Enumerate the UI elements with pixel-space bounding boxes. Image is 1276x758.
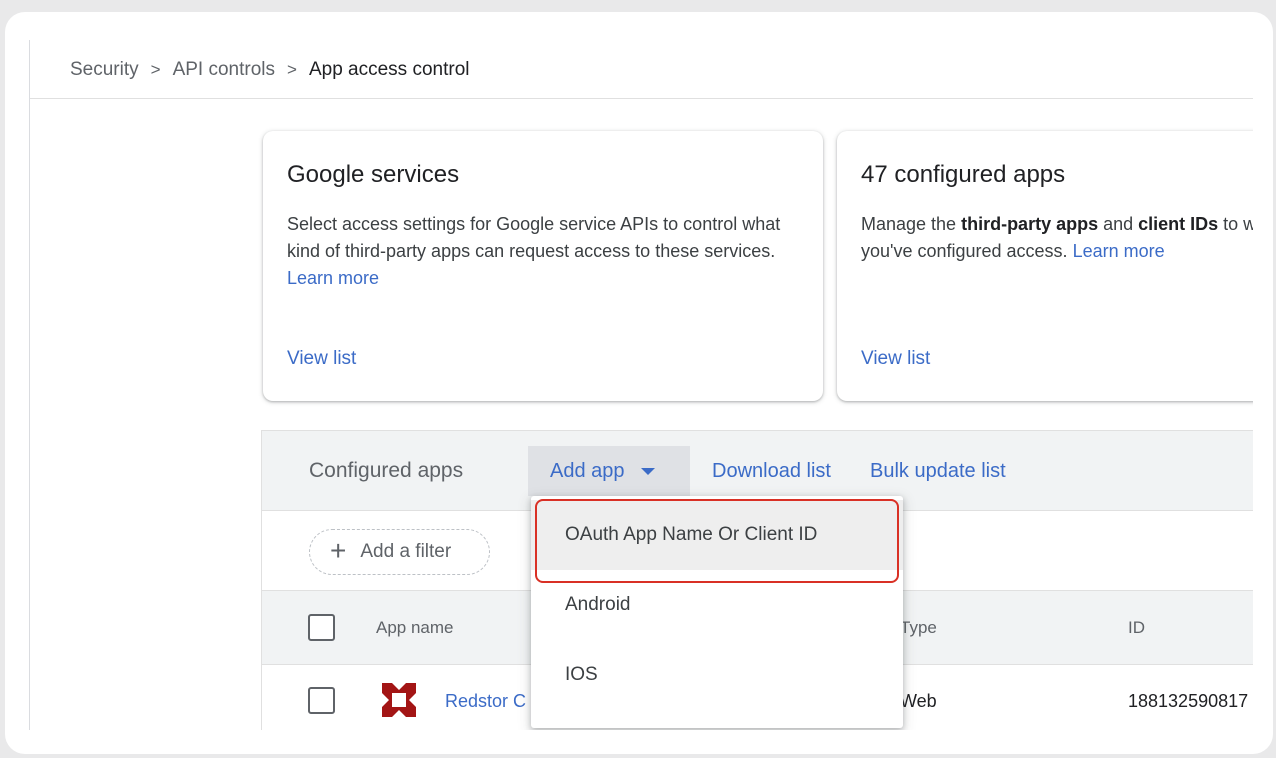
select-all-checkbox[interactable] <box>308 614 335 641</box>
admin-console-viewport: Security > API controls > App access con… <box>29 40 1253 730</box>
breadcrumb: Security > API controls > App access con… <box>70 48 469 92</box>
view-list-link[interactable]: View list <box>287 348 356 370</box>
learn-more-link[interactable]: Learn more <box>287 268 379 288</box>
add-filter-chip[interactable]: + Add a filter <box>309 529 490 575</box>
breadcrumb-security[interactable]: Security <box>70 59 139 81</box>
card-description: Manage the third-party apps and client I… <box>861 211 1253 265</box>
add-app-label: Add app <box>550 459 625 482</box>
menu-item-android[interactable]: Android <box>531 570 903 640</box>
google-services-card: Google services Select access settings f… <box>263 131 823 401</box>
menu-item-ios[interactable]: IOS <box>531 640 903 710</box>
caret-down-icon <box>640 467 655 475</box>
card-title: Google services <box>287 161 460 188</box>
panel-title: Configured apps <box>309 459 464 482</box>
menu-item-oauth[interactable]: OAuth App Name Or Client ID <box>531 500 903 570</box>
breadcrumb-separator-icon: > <box>150 60 161 79</box>
add-app-button[interactable]: Add app <box>528 446 690 496</box>
card-description-text: you've configured access. <box>861 241 1068 261</box>
add-filter-label: Add a filter <box>360 541 452 562</box>
header-divider <box>30 98 1253 99</box>
card-description-bold: third-party apps <box>961 214 1099 234</box>
app-name-link[interactable]: Redstor C <box>445 691 526 712</box>
column-header-id[interactable]: ID <box>1128 618 1145 638</box>
card-description-text: Select access settings for Google servic… <box>287 214 781 261</box>
column-header-type[interactable]: Type <box>900 618 937 638</box>
plus-icon: + <box>330 534 347 566</box>
view-list-link[interactable]: View list <box>861 348 930 370</box>
breadcrumb-api-controls[interactable]: API controls <box>173 59 275 81</box>
card-title: 47 configured apps <box>861 161 1066 188</box>
column-header-app-name[interactable]: App name <box>376 618 454 638</box>
breadcrumb-app-access-control: App access control <box>308 59 470 80</box>
breadcrumb-separator-icon: > <box>287 60 297 79</box>
card-description-bold: client IDs <box>1138 214 1219 234</box>
card-description-text: to which <box>1223 214 1253 234</box>
configured-apps-card: 47 configured apps Manage the third-part… <box>837 131 1253 401</box>
learn-more-link[interactable]: Learn more <box>1073 241 1165 261</box>
bulk-update-list-link[interactable]: Bulk update list <box>870 460 1006 483</box>
download-list-link[interactable]: Download list <box>712 460 831 483</box>
redstor-logo-icon <box>382 683 416 717</box>
row-checkbox[interactable] <box>308 687 335 714</box>
app-type: Web <box>900 691 937 711</box>
card-description-text: Manage the <box>861 214 962 234</box>
sidebar-divider <box>29 40 30 730</box>
card-description-text: and <box>1098 214 1139 234</box>
screenshot-frame: Security > API controls > App access con… <box>5 12 1273 754</box>
app-id: 188132590817 <box>1128 691 1249 711</box>
card-description: Select access settings for Google servic… <box>287 211 807 292</box>
add-app-menu: OAuth App Name Or Client ID Android IOS <box>531 496 903 728</box>
